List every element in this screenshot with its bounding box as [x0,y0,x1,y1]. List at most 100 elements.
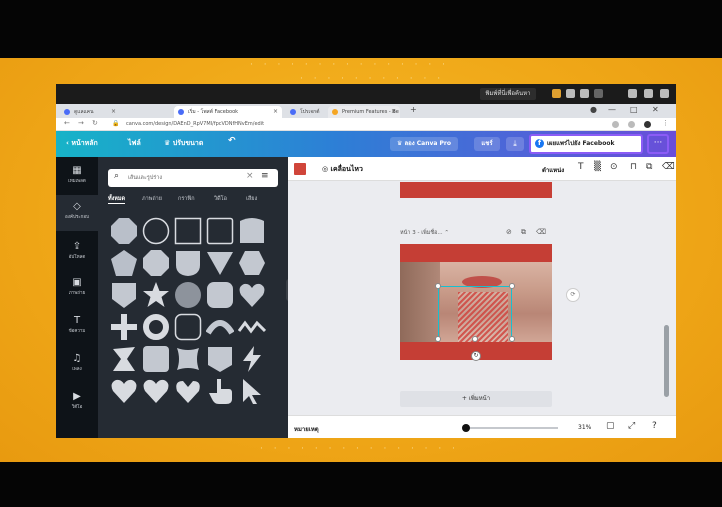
minus-icon[interactable] [594,89,603,98]
trash-icon[interactable]: ⌫ [662,162,675,172]
pentagon-shape[interactable] [110,249,138,277]
undo-icon[interactable]: ↶ [228,136,236,146]
close-icon[interactable]: × [391,106,396,118]
chrome-icon[interactable] [580,89,589,98]
close-icon[interactable]: × [111,106,116,118]
scalloped-square-shape[interactable] [174,345,202,373]
try-pro-button[interactable]: ♛ ลอง Canva Pro [390,137,458,151]
search-input[interactable]: ⌕ เส้นและรูปร่าง × ≡ [108,169,278,187]
browser-tab[interactable]: Premium Features - Be Free × [328,106,400,127]
heart-shape[interactable] [142,377,170,405]
maximize-button[interactable]: □ [630,105,638,114]
square-outline-shape[interactable] [174,217,202,245]
profile-icon[interactable] [644,121,651,128]
octagon-shape[interactable] [142,249,170,277]
octagon-shape[interactable] [110,217,138,245]
selection-box[interactable] [438,286,512,342]
forward-icon[interactable]: → [78,119,84,127]
resize-handle[interactable] [435,283,441,289]
tag-shape[interactable] [206,345,234,373]
color-swatch[interactable] [294,163,306,175]
circle-outline-shape[interactable] [142,217,170,245]
link-icon[interactable]: ⊙ [610,162,618,172]
rail-item-elements[interactable]: ◇ องค์ประกอบ [56,195,98,231]
resize-handle[interactable] [472,336,478,342]
previous-page-preview[interactable] [400,182,552,198]
lightning-banner-shape[interactable] [110,345,138,373]
notification-icon[interactable] [660,89,669,98]
publish-facebook-button[interactable]: f เผยแพร่ไปยัง Facebook [529,134,643,154]
window-icon[interactable] [628,89,637,98]
rail-item-templates[interactable]: ▦ เทมเพลต [56,159,98,195]
download-icon[interactable]: ⤓ [506,137,524,151]
rail-item-uploads[interactable]: ⇪ อัปโหลด [56,235,98,271]
new-tab-button[interactable]: + [410,105,417,114]
close-window-button[interactable]: ✕ [652,105,659,114]
taskbar-search[interactable]: พิมพ์ที่นี่เพื่อค้นหา [480,88,536,100]
rail-item-photos[interactable]: ▣ ภาพถ่าย [56,271,98,307]
heart-shape[interactable] [238,281,266,309]
rounded-square-shape[interactable] [206,281,234,309]
resize-handle[interactable] [509,283,515,289]
help-icon[interactable]: ? [652,421,657,431]
rail-item-text[interactable]: T ข้อความ [56,309,98,345]
heart-wing-shape[interactable] [174,377,202,405]
zoom-slider[interactable] [464,427,558,429]
star-icon[interactable] [628,121,635,128]
add-page-button[interactable]: + เพิ่มหน้า [400,391,552,407]
circle-shape[interactable] [174,281,202,309]
cursor-arrow-icon[interactable] [238,377,266,405]
ring-shape[interactable] [142,313,170,341]
design-page[interactable]: ↻ [400,244,552,361]
resize-handle[interactable] [435,336,441,342]
minimize-button[interactable]: — [608,105,616,114]
duplicate-page-icon[interactable]: ⧉ [521,228,526,237]
clear-icon[interactable]: × [246,171,254,181]
cross-shape[interactable] [110,313,138,341]
browser-tab[interactable]: ดูแลแคน × [60,106,120,118]
browser-tab-active[interactable]: เริ่ม - โพสต์ Facebook × [174,106,282,118]
page-label[interactable]: หน้า 3 - เพิ่มชื่อ... ⌃ [400,229,449,237]
tab-photos[interactable]: ภาพถ่าย [142,195,162,203]
folder-icon[interactable] [552,89,561,98]
portrait-photo[interactable] [400,262,552,342]
zigzag-shape[interactable] [238,313,266,341]
fullscreen-icon[interactable]: ⤢ [628,421,635,431]
page-grid-icon[interactable]: ▢ [606,421,615,431]
back-icon[interactable]: ← [64,119,70,127]
zoom-slider-knob[interactable] [462,424,470,432]
file-menu[interactable]: ไฟล์ [128,138,141,149]
star-shape[interactable] [142,281,170,309]
rounded-square-outline-shape[interactable] [174,313,202,341]
lock-icon[interactable]: ⊓ [630,162,637,172]
rail-item-video[interactable]: ▶ วิดีโอ [56,385,98,421]
more-options-button[interactable]: ··· [647,134,669,154]
browser-tab[interactable]: โปรเจกต์ [286,106,326,118]
resize-handle[interactable] [509,336,515,342]
rail-item-audio[interactable]: ♫ เพลง [56,347,98,383]
rotate-icon[interactable]: ↻ [471,351,481,361]
triangle-down-shape[interactable] [206,249,234,277]
delete-page-icon[interactable]: ⌫ [536,228,546,236]
tab-audio[interactable]: เสียง [246,195,257,203]
shield-shape[interactable] [174,249,202,277]
zoom-level[interactable]: 31% [578,424,591,431]
filter-icon[interactable]: ≡ [261,171,269,181]
transparency-icon[interactable]: ▒ [594,162,601,172]
scroll-shape[interactable] [238,217,266,245]
lightning-shape[interactable] [238,345,266,373]
home-button[interactable]: ‹ หน้าหลัก [66,138,98,149]
account-icon[interactable]: ● [590,105,597,114]
hide-page-icon[interactable]: ⊘ [506,228,512,236]
notes-button[interactable]: หมายเหตุ [294,424,319,434]
extension-icon[interactable] [612,121,619,128]
heart-shape[interactable] [110,377,138,405]
network-icon[interactable] [644,89,653,98]
animate-button[interactable]: ◎ เคลื่อนไหว [322,164,363,175]
tab-videos[interactable]: วิดีโอ [214,195,227,203]
position-button[interactable]: ตำแหน่ง [542,165,564,175]
kebab-menu-icon[interactable]: ⋮ [662,119,669,127]
hexagon-shape[interactable] [238,249,266,277]
share-button[interactable]: แชร์ [474,137,500,151]
reload-icon[interactable]: ↻ [92,119,98,127]
